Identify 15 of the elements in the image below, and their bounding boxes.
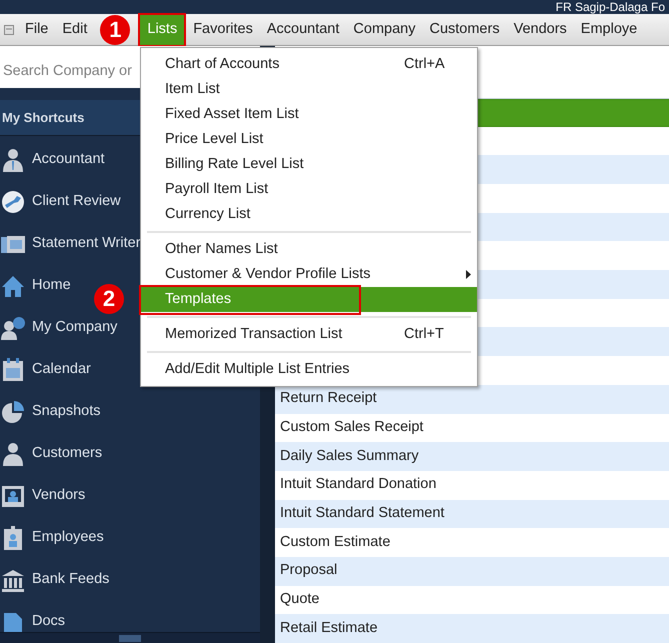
option-label: Billing Rate Level List [165, 154, 304, 174]
section-title: My Shortcuts [2, 108, 84, 127]
option-label: Currency List [165, 204, 250, 224]
option-label: Add/Edit Multiple List Entries [165, 360, 350, 379]
option-label: Templates [165, 290, 232, 309]
option-label: Memorized Transaction List [165, 324, 342, 344]
shortcut-key: Ctrl+A [404, 54, 467, 76]
option-label: Fixed Asset Item List [165, 104, 299, 124]
step-number-badge: 1 [100, 14, 130, 44]
option-label: Price Level List [165, 130, 264, 149]
option-label: Payroll Item List [165, 180, 268, 199]
option-label: Other Names List [165, 240, 278, 259]
window-title: FR Sagip-Dalaga Fo [556, 1, 665, 14]
shortcut-key: Ctrl+T [404, 324, 467, 346]
option-label: Customer & Vendor Profile Lists [165, 264, 371, 284]
